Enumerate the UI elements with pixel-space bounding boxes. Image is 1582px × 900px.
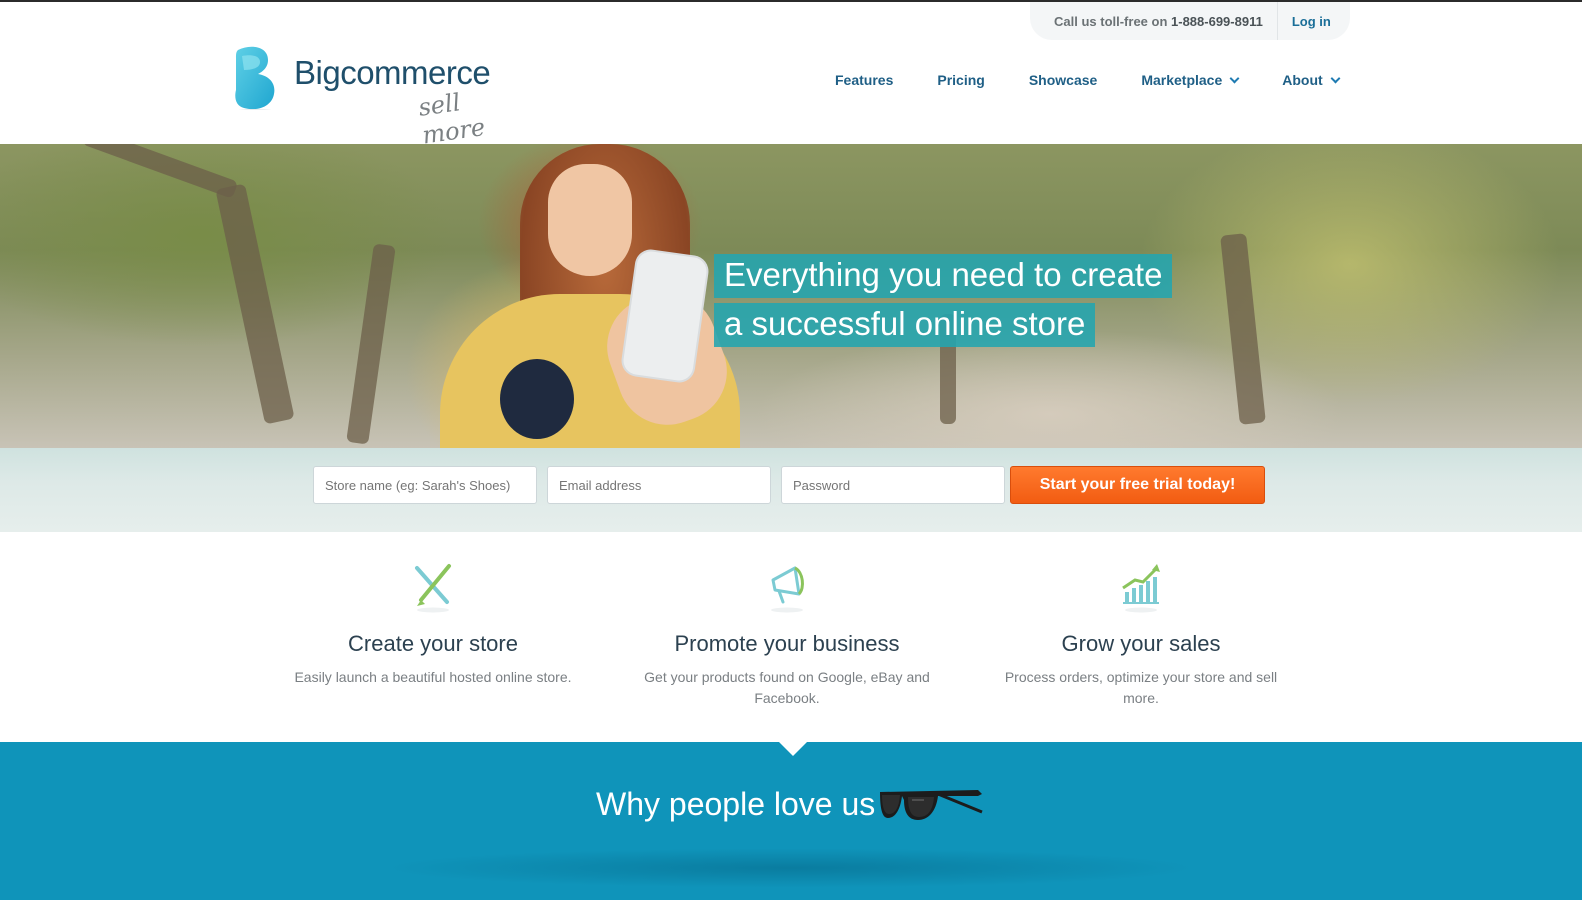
main-nav: Features Pricing Showcase Marketplace Ab… — [835, 72, 1341, 88]
toll-free-label: Call us toll-free on — [1054, 13, 1172, 29]
megaphone-icon — [771, 566, 804, 613]
nav-showcase-label: Showcase — [1028, 72, 1098, 88]
hero-headline-line-1: Everything you need to create — [714, 254, 1173, 298]
hero-tree-trunk — [81, 144, 239, 199]
feature-grow-sales: Grow your sales Process orders, optimize… — [991, 558, 1291, 709]
nav-marketplace-label: Marketplace — [1141, 72, 1223, 88]
toll-free-text: Call us toll-free on 1-888-699-8911 — [1030, 14, 1263, 29]
hero-tree-trunk — [215, 183, 295, 425]
chevron-down-icon — [1229, 73, 1240, 83]
feature-description: Process orders, optimize your store and … — [1004, 669, 1278, 706]
growth-chart-icon — [1122, 564, 1160, 613]
utility-divider — [1276, 2, 1278, 40]
nav-marketplace[interactable]: Marketplace — [1141, 72, 1240, 88]
feature-description: Easily launch a beautiful hosted online … — [294, 669, 572, 685]
sunglasses-icon — [880, 790, 983, 820]
feature-create-store: Create your store Easily launch a beauti… — [283, 558, 583, 688]
feature-title: Grow your sales — [1061, 631, 1221, 656]
password-input[interactable] — [781, 466, 1005, 504]
design-tools-icon — [415, 564, 451, 613]
nav-about-label: About — [1282, 72, 1323, 88]
store-name-input[interactable] — [313, 466, 537, 504]
nav-pricing[interactable]: Pricing — [937, 72, 984, 88]
feature-description: Get your products found on Google, eBay … — [644, 669, 930, 706]
why-shadow — [380, 848, 1200, 888]
logo-wordmark: Bigcommerce — [294, 54, 491, 91]
bigcommerce-logo-mark-icon — [235, 46, 275, 110]
utility-bar: Call us toll-free on 1-888-699-8911 Log … — [1030, 2, 1350, 40]
hero-person-face — [548, 164, 632, 276]
nav-showcase[interactable]: Showcase — [1029, 72, 1097, 88]
chevron-down-icon — [1330, 73, 1341, 83]
nav-features[interactable]: Features — [835, 72, 893, 88]
logo[interactable]: Bigcommerce sell more — [232, 44, 532, 150]
hero-tree-trunk — [1220, 233, 1266, 425]
hero-headline-line-2: a successful online store — [714, 303, 1096, 347]
phone-number[interactable]: 1-888-699-8911 — [1171, 14, 1263, 29]
nav-about[interactable]: About — [1282, 72, 1341, 88]
email-input[interactable] — [547, 466, 771, 504]
login-link[interactable]: Log in — [1292, 14, 1331, 29]
nav-pricing-label: Pricing — [937, 72, 985, 88]
nav-features-label: Features — [835, 72, 894, 88]
section-notch — [779, 742, 807, 756]
feature-promote-business: Promote your business Get your products … — [637, 558, 937, 709]
feature-title: Create your store — [348, 631, 518, 656]
hero-ball — [500, 359, 574, 439]
why-title: Why people love us — [596, 786, 876, 822]
feature-title: Promote your business — [674, 631, 900, 656]
start-free-trial-button[interactable]: Start your free trial today! — [1010, 466, 1265, 504]
hero-tree-trunk — [346, 243, 396, 445]
